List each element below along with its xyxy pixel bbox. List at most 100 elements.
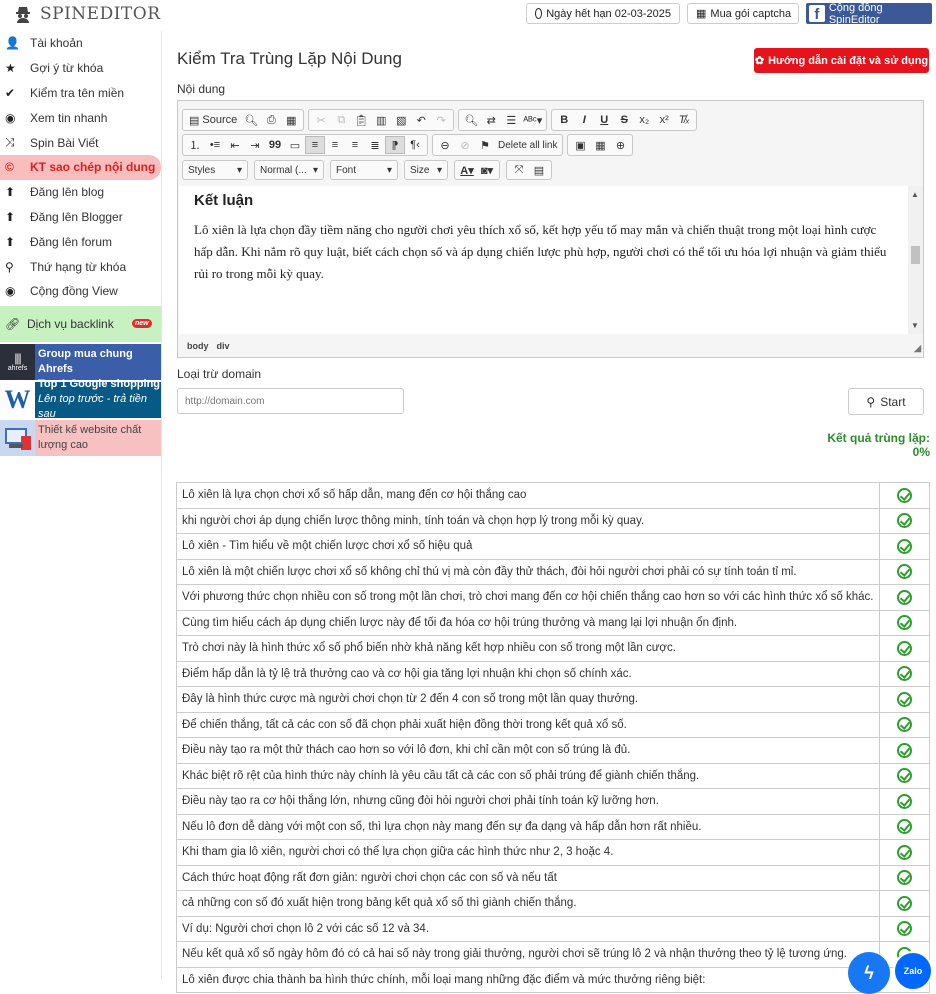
- start-button[interactable]: ⚲ Start: [848, 388, 924, 415]
- result-sentence: Khi tham gia lô xiên, người chơi có thể …: [176, 839, 880, 866]
- sidebar-item-copy-check[interactable]: © KT sao chép nội dung: [0, 154, 161, 180]
- scroll-thumb[interactable]: [911, 246, 920, 264]
- promo-google-shopping[interactable]: W Top 1 Google shopping Lên top trước - …: [0, 378, 161, 420]
- italic-icon[interactable]: I: [574, 111, 594, 129]
- bg-color-icon[interactable]: ◙▾: [477, 161, 497, 179]
- promo-line2: Lên top trước - trả tiền sau: [38, 393, 148, 421]
- select-all-icon[interactable]: ☰: [501, 111, 521, 129]
- subscript-icon[interactable]: x₂: [634, 111, 654, 129]
- copy-icon[interactable]: ⧉: [331, 111, 351, 129]
- expiry-button[interactable]: Ngày hết hạn 02-03-2025: [526, 3, 680, 24]
- sidebar-item-account[interactable]: 👤 Tài khoản: [0, 31, 161, 56]
- link-icon[interactable]: ⊖: [435, 136, 455, 154]
- show-blocks-icon[interactable]: ▤: [529, 161, 549, 179]
- spellcheck-icon[interactable]: ᴬᴮᶜ▾: [521, 111, 544, 129]
- remove-format-icon[interactable]: T̸ₓ: [674, 111, 694, 129]
- globe-icon[interactable]: ⊕: [610, 136, 630, 154]
- app-logo[interactable]: SPINEDITOR: [14, 3, 161, 25]
- path-body[interactable]: body: [187, 341, 209, 351]
- paste-text-icon[interactable]: ▥: [371, 111, 391, 129]
- ltr-icon[interactable]: ⁋: [385, 136, 405, 154]
- chevron-down-icon: ▾: [436, 164, 442, 176]
- numbered-list-icon[interactable]: ⒈: [185, 136, 205, 154]
- website-logo: [0, 419, 35, 456]
- result-status: [878, 864, 931, 891]
- domain-input[interactable]: [177, 388, 404, 414]
- sidebar-item-post-blogger[interactable]: ⬆ Đăng lên Blogger: [0, 205, 161, 230]
- font-select[interactable]: Font ▾: [330, 160, 398, 180]
- check-circle-icon: [896, 538, 912, 554]
- path-div[interactable]: div: [217, 341, 230, 351]
- editor-content[interactable]: Kết luận Lô xiên là lựa chọn đầy tiềm nă…: [179, 186, 908, 334]
- messenger-button[interactable]: ϟ: [848, 952, 890, 994]
- align-left-icon[interactable]: ≡: [305, 136, 325, 154]
- find-icon[interactable]: 🔍︎: [461, 111, 481, 129]
- delete-all-link-button[interactable]: Delete all link: [495, 136, 560, 154]
- captcha-label: Mua gói captcha: [710, 7, 792, 20]
- align-center-icon[interactable]: ≡: [325, 136, 345, 154]
- bold-icon[interactable]: B: [554, 111, 574, 129]
- preview-icon[interactable]: 🔍︎: [241, 111, 261, 129]
- content-label: Nội dung: [177, 82, 226, 96]
- replace-icon[interactable]: ⇄: [481, 111, 501, 129]
- link-icon: 🔗︎: [5, 316, 21, 331]
- facebook-icon: f: [809, 5, 825, 22]
- maximize-icon[interactable]: ⤧: [509, 161, 529, 179]
- resize-grip-icon[interactable]: ◢: [914, 343, 921, 354]
- templates-icon[interactable]: ▦: [281, 111, 301, 129]
- promo-line1: Thiết kế website chất: [38, 423, 142, 436]
- sidebar-item-quick-news[interactable]: ◉ Xem tin nhanh: [0, 105, 161, 130]
- indent-icon[interactable]: ⇥: [245, 136, 265, 154]
- image-icon[interactable]: ▣: [570, 136, 590, 154]
- justify-icon[interactable]: ≣: [365, 136, 385, 154]
- spy-icon: [16, 7, 30, 23]
- format-select[interactable]: Normal (... ▾: [254, 160, 324, 180]
- blockquote-icon[interactable]: 99: [265, 136, 285, 154]
- check-icon: ✔: [5, 85, 16, 100]
- result-status: [878, 839, 931, 866]
- sidebar-item-keyword-rank[interactable]: ⚲ Thứ hạng từ khóa: [0, 254, 161, 279]
- result-sentence: Lô xiên - Tìm hiểu về một chiến lược chơ…: [176, 533, 880, 560]
- sidebar-item-domain-check[interactable]: ✔ Kiểm tra tên miền: [0, 81, 161, 106]
- outdent-icon[interactable]: ⇤: [225, 136, 245, 154]
- bullet-list-icon[interactable]: •≡: [205, 136, 225, 154]
- underline-icon[interactable]: U: [594, 111, 614, 129]
- sidebar-item-post-forum[interactable]: ⬆ Đăng lên forum: [0, 229, 161, 254]
- scroll-down-icon[interactable]: ▼: [911, 321, 919, 330]
- result-sentence: Nếu kết quả xổ số ngày hôm đó có cả hai …: [176, 941, 880, 968]
- cut-icon[interactable]: ✂: [311, 111, 331, 129]
- source-button[interactable]: ▤ Source: [185, 111, 241, 129]
- new-badge: new: [132, 318, 152, 328]
- sidebar-item-spin-article[interactable]: ⤨ Spin Bài Viết: [0, 130, 161, 155]
- promo-ahrefs[interactable]: ||| ahrefs Group mua chung Ahrefs: [0, 343, 161, 380]
- check-circle-icon: [896, 819, 912, 835]
- anchor-icon[interactable]: ⚑: [475, 136, 495, 154]
- paste-word-icon[interactable]: ▧: [391, 111, 411, 129]
- div-icon[interactable]: ▭: [285, 136, 305, 154]
- superscript-icon[interactable]: x²: [654, 111, 674, 129]
- unlink-icon[interactable]: ⊘: [455, 136, 475, 154]
- table-icon[interactable]: ▦: [590, 136, 610, 154]
- guide-button[interactable]: ✿ Hướng dẫn cài đặt và sử dụng: [754, 48, 929, 73]
- sidebar-item-backlink[interactable]: 🔗︎ Dịch vụ backlink new: [0, 305, 161, 342]
- rtl-icon[interactable]: ¶‹: [405, 136, 425, 154]
- undo-icon[interactable]: ↶: [411, 111, 431, 129]
- zalo-button[interactable]: Zalo: [893, 951, 933, 991]
- chevron-down-icon: ▾: [312, 164, 318, 176]
- print-icon[interactable]: ⎙: [261, 111, 281, 129]
- redo-icon[interactable]: ↷: [431, 111, 451, 129]
- promo-web-design[interactable]: Thiết kế website chất lượng cao: [0, 419, 161, 456]
- editor-scrollbar[interactable]: ▲ ▼: [908, 186, 923, 334]
- size-select[interactable]: Size ▾: [404, 160, 448, 180]
- scroll-up-icon[interactable]: ▲: [911, 190, 919, 199]
- sidebar-item-community-view[interactable]: ◉ Cộng đồng View: [0, 279, 161, 304]
- align-right-icon[interactable]: ≡: [345, 136, 365, 154]
- paste-icon[interactable]: 📋︎: [351, 111, 371, 129]
- sidebar-item-post-blog[interactable]: ⬆ Đăng lên blog: [0, 180, 161, 205]
- community-button[interactable]: f Cộng đồng SpinEditor: [806, 2, 932, 26]
- captcha-button[interactable]: ▦ Mua gói captcha: [687, 3, 799, 24]
- sidebar-item-keyword-suggest[interactable]: ★ Gợi ý từ khóa: [0, 56, 161, 81]
- text-color-icon[interactable]: A▾: [457, 161, 477, 179]
- styles-select[interactable]: Styles ▾: [182, 160, 248, 180]
- strike-icon[interactable]: S: [614, 111, 634, 129]
